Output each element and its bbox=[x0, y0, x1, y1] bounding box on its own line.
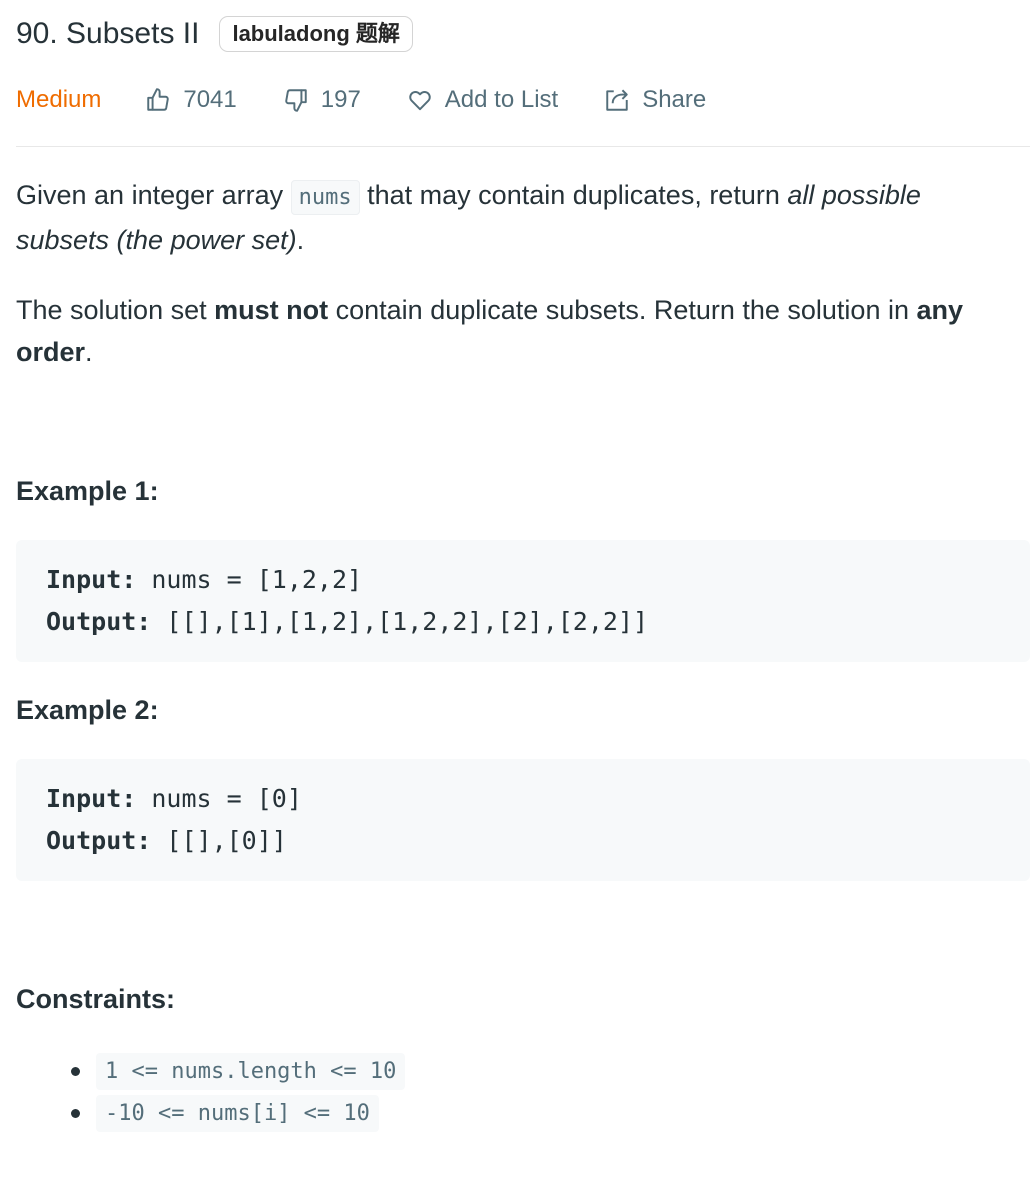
input-value: nums = [1,2,2] bbox=[136, 565, 363, 594]
constraints-list: 1 <= nums.length <= 10 -10 <= nums[i] <=… bbox=[16, 1050, 406, 1134]
text: contain duplicate subsets. Return the so… bbox=[328, 295, 917, 325]
add-to-list-button[interactable]: Add to List bbox=[407, 86, 558, 114]
list-item: -10 <= nums[i] <= 10 bbox=[16, 1092, 405, 1134]
description-paragraph-2: The solution set must not contain duplic… bbox=[16, 289, 1016, 373]
thumbs-down-icon bbox=[285, 89, 307, 112]
difficulty-label: Medium bbox=[16, 86, 102, 113]
share-button[interactable]: Share bbox=[604, 86, 706, 114]
example-1-block: Input: nums = [1,2,2] Output: [[],[1],[1… bbox=[16, 540, 1030, 662]
input-value: nums = [0] bbox=[136, 784, 302, 813]
example-2-output: Output: [[],[0]] bbox=[46, 820, 1000, 862]
example-1-heading: Example 1: bbox=[16, 476, 159, 506]
constraint-code: -10 <= nums[i] <= 10 bbox=[96, 1094, 379, 1132]
divider bbox=[16, 146, 1030, 147]
text: Given an integer array bbox=[16, 180, 291, 210]
input-label: Input: bbox=[46, 784, 137, 813]
heart-icon bbox=[409, 91, 431, 111]
example-1-input: Input: nums = [1,2,2] bbox=[46, 559, 1000, 601]
thumbs-up-icon bbox=[147, 88, 170, 111]
list-item: 1 <= nums.length <= 10 bbox=[16, 1050, 406, 1092]
like-button[interactable]: 7041 bbox=[145, 86, 237, 114]
inline-code-nums: nums bbox=[290, 180, 360, 215]
dislike-count: 197 bbox=[320, 86, 361, 113]
text: . bbox=[296, 225, 305, 255]
like-count: 7041 bbox=[183, 86, 237, 113]
example-2-heading: Example 2: bbox=[16, 695, 159, 725]
text: The solution set bbox=[16, 295, 215, 325]
example-1-output: Output: [[],[1],[1,2],[1,2,2],[2],[2,2]] bbox=[46, 601, 1000, 643]
meta-row: Medium 7041 197 Add to List Share bbox=[16, 80, 752, 120]
output-value: [[],[0]] bbox=[151, 826, 287, 855]
solution-tag-button[interactable]: labuladong 题解 bbox=[219, 16, 413, 52]
output-label: Output: bbox=[46, 607, 152, 636]
title-row: 90. Subsets II labuladong 题解 bbox=[16, 14, 413, 54]
description-paragraph-1: Given an integer array nums that may con… bbox=[16, 174, 1016, 261]
example-2-block: Input: nums = [0] Output: [[],[0]] bbox=[16, 759, 1030, 881]
add-to-list-label: Add to List bbox=[444, 86, 559, 113]
share-icon bbox=[606, 89, 628, 111]
problem-title: 90. Subsets II bbox=[16, 17, 200, 50]
output-value: [[],[1],[1,2],[1,2,2],[2],[2,2]] bbox=[151, 607, 649, 636]
input-label: Input: bbox=[46, 565, 137, 594]
text: that may contain duplicates, return bbox=[359, 180, 788, 210]
text: . bbox=[85, 337, 93, 367]
dislike-button[interactable]: 197 bbox=[283, 86, 361, 114]
constraints-heading: Constraints: bbox=[16, 984, 176, 1014]
constraint-code: 1 <= nums.length <= 10 bbox=[96, 1052, 406, 1090]
problem-description: Given an integer array nums that may con… bbox=[16, 174, 1016, 401]
strong-text: must not bbox=[214, 295, 329, 325]
share-label: Share bbox=[642, 86, 707, 113]
example-2-input: Input: nums = [0] bbox=[46, 778, 1000, 820]
output-label: Output: bbox=[46, 826, 152, 855]
